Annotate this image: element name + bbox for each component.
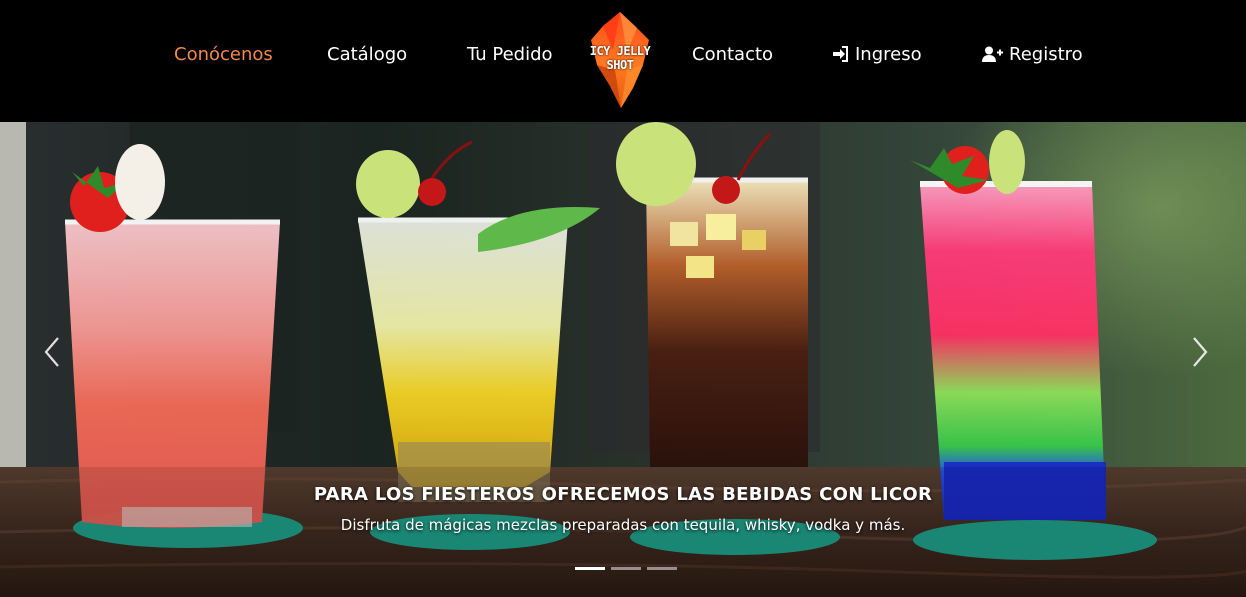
carousel-prev-button[interactable] (38, 332, 68, 372)
caption-text: Disfruta de mágicas mezclas preparadas c… (340, 516, 906, 534)
navbar: Conócenos Catálogo Tu Pedido ICY JELLY S… (0, 0, 1246, 122)
nav-ingreso-label: Ingreso (855, 44, 922, 65)
nav-catalogo[interactable]: Catálogo (327, 42, 407, 68)
carousel-indicators (573, 565, 683, 571)
brand-logo[interactable]: ICY JELLY SHOT (577, 10, 663, 110)
chevron-left-icon (44, 337, 59, 367)
carousel-next-button[interactable] (1184, 332, 1214, 372)
nav-conocenos[interactable]: Conócenos (174, 42, 273, 68)
indicator-slide-2[interactable] (611, 567, 641, 570)
nav-contacto[interactable]: Contacto (692, 42, 773, 68)
indicator-slide-1[interactable] (575, 567, 605, 570)
nav-tu-pedido[interactable]: Tu Pedido (467, 42, 553, 68)
brand-name: ICY JELLY SHOT (589, 44, 651, 72)
hero-carousel: PARA LOS FIESTEROS OFRECEMOS LAS BEBIDAS… (0, 122, 1246, 597)
caption-title: PARA LOS FIESTEROS OFRECEMOS LAS BEBIDAS… (313, 484, 933, 505)
carousel-caption: PARA LOS FIESTEROS OFRECEMOS LAS BEBIDAS… (0, 480, 1246, 537)
chevron-right-icon (1193, 337, 1208, 367)
nav-ingreso[interactable]: Ingreso (832, 42, 922, 68)
nav-registro-label: Registro (1009, 44, 1083, 65)
sign-in-icon (833, 46, 848, 62)
nav-registro[interactable]: Registro (982, 42, 1083, 68)
user-plus-icon (982, 46, 1003, 62)
indicator-slide-3[interactable] (647, 567, 677, 570)
